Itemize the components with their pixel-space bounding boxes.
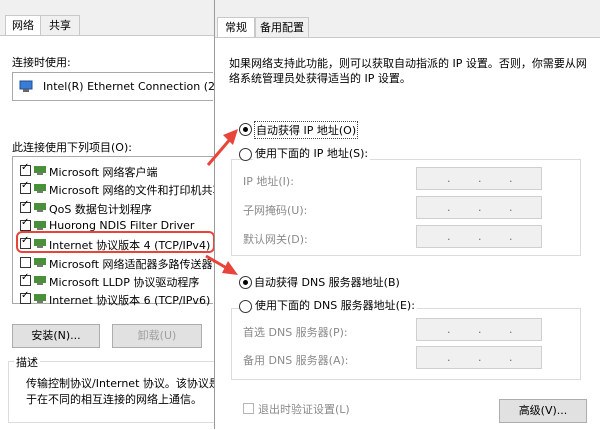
item-label: Microsoft 网络客户端 — [49, 166, 158, 179]
validate-label: 退出时验证设置(L) — [258, 403, 350, 416]
item-label: Microsoft 网络的文件和打印机共享 — [49, 184, 224, 198]
tab-alternate-config[interactable]: 备用配置 — [255, 17, 309, 38]
list-item[interactable]: QoS 数据包计划程序 — [13, 199, 213, 216]
item-checkbox[interactable] — [20, 217, 31, 231]
auto-ip-label[interactable]: 自动获得 IP 地址(O) — [254, 121, 359, 139]
list-item[interactable]: Internet 协议版本 6 (TCP/IPv6) — [13, 290, 213, 308]
network-component-icon — [34, 257, 46, 267]
item-checkbox[interactable] — [20, 162, 31, 176]
subnet-label: 子网掩码(U): — [243, 204, 308, 217]
gateway-label: 默认网关(D): — [243, 233, 308, 246]
red-arrow-icon — [205, 254, 238, 275]
description-line-2: 于在不同的相互连接的网络上通信。 — [26, 393, 202, 406]
uninstall-button[interactable]: 卸载(U) — [112, 324, 202, 348]
alternate-dns-label: 备用 DNS 服务器(A): — [243, 354, 349, 367]
preferred-dns-field[interactable]: ... — [416, 318, 542, 341]
subnet-field[interactable]: ... — [416, 196, 542, 219]
ipv4-properties-dialog: 常规 备用配置 如果网络支持此功能，则可以获取自动指派的 IP 设置。否则，你需… — [214, 0, 600, 430]
network-component-icon — [34, 184, 46, 194]
gateway-field[interactable]: ... — [416, 225, 542, 248]
item-checkbox[interactable] — [20, 290, 31, 305]
connect-using-label: 连接时使用: — [12, 56, 71, 69]
item-checkbox[interactable] — [20, 199, 31, 213]
items-list[interactable]: Microsoft 网络客户端 Microsoft 网络的文件和打印机共享 QoS … — [12, 156, 224, 308]
network-component-icon — [34, 275, 46, 285]
intro-line-2: 络系统管理员处获得适当的 IP 设置。 — [229, 72, 411, 85]
description-title: 描述 — [14, 354, 40, 370]
tab-general[interactable]: 常规 — [217, 17, 255, 38]
list-item[interactable]: Microsoft 网络客户端 — [13, 162, 213, 179]
network-component-icon — [34, 220, 46, 230]
install-button[interactable]: 安装(N)... — [12, 324, 100, 348]
ip-address-label: IP 地址(I): — [243, 175, 294, 188]
item-checkbox[interactable] — [20, 180, 31, 195]
validate-checkbox[interactable] — [243, 403, 254, 414]
advanced-button[interactable]: 高级(V)... — [499, 399, 587, 423]
item-label: Huorong NDIS Filter Driver — [49, 218, 195, 232]
network-tab-panel: 连接时使用: Intel(R) Ethernet Connection (2) … — [0, 35, 233, 430]
manual-dns-label[interactable]: 使用下面的 DNS 服务器地址(E): — [253, 297, 417, 313]
red-arrow-icon — [206, 129, 238, 166]
item-label: Microsoft LLDP 协议驱动程序 — [49, 275, 200, 289]
list-item[interactable]: Microsoft 网络适配器多路传送器协 — [13, 255, 224, 271]
network-component-icon — [34, 294, 46, 304]
item-label: Internet 协议版本 6 (TCP/IPv6) — [49, 294, 211, 308]
network-properties-dialog: 网络 共享 连接时使用: Intel(R) Ethernet Connectio… — [0, 0, 233, 430]
ip-address-field[interactable]: ... — [416, 167, 542, 190]
alternate-dns-field[interactable]: ... — [416, 346, 542, 369]
tab-sharing[interactable]: 共享 — [40, 15, 80, 36]
annotation-arrows — [205, 129, 238, 275]
auto-dns-label[interactable]: 自动获得 DNS 服务器地址(B) — [254, 274, 400, 290]
adapter-box: Intel(R) Ethernet Connection (2) I2 — [12, 72, 233, 101]
item-checkbox[interactable] — [20, 256, 31, 268]
auto-dns-radio[interactable] — [239, 276, 252, 289]
intro-line-1: 如果网络支持此功能，则可以获取自动指派的 IP 设置。否则，你需要从网 — [229, 57, 587, 70]
adapter-name: Intel(R) Ethernet Connection (2) I2 — [43, 80, 234, 93]
description-line-1: 传输控制协议/Internet 协议。该协议是 — [26, 377, 220, 390]
network-component-icon — [34, 202, 46, 212]
item-label: QoS 数据包计划程序 — [49, 202, 152, 216]
item-label: Microsoft 网络适配器多路传送器协 — [49, 257, 224, 271]
list-item[interactable]: Microsoft 网络的文件和打印机共享 — [13, 180, 224, 197]
manual-dns-radio[interactable] — [239, 300, 252, 313]
network-adapter-icon — [19, 80, 33, 92]
tab-network[interactable]: 网络 — [5, 15, 41, 36]
item-checkbox[interactable] — [20, 272, 31, 286]
items-label: 此连接使用下列项目(O): — [12, 141, 132, 154]
preferred-dns-label: 首选 DNS 服务器(P): — [243, 326, 348, 339]
highlight-ipv4 — [16, 231, 215, 253]
manual-ip-label[interactable]: 使用下面的 IP 地址(S): — [253, 145, 371, 161]
general-tab-panel: 如果网络支持此功能，则可以获取自动指派的 IP 设置。否则，你需要从网 络系统管… — [215, 37, 600, 430]
network-component-icon — [34, 166, 46, 175]
list-item[interactable]: Microsoft LLDP 协议驱动程序 — [13, 272, 213, 289]
